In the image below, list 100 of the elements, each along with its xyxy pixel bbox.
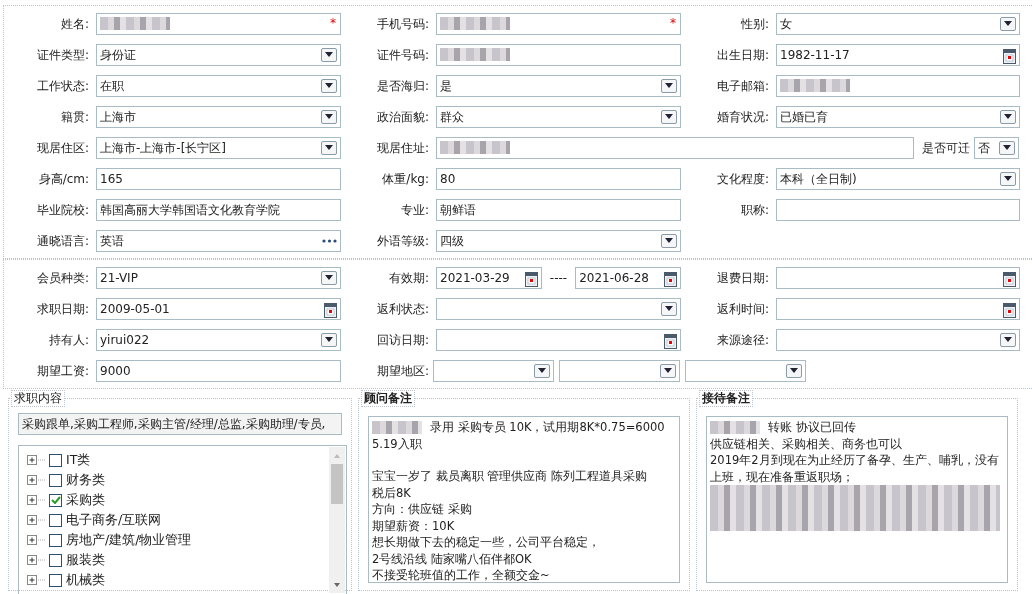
input-field[interactable]: 韩国高丽大学韩国语文化教育学院 bbox=[96, 198, 341, 221]
date-field[interactable]: 2009-05-01 bbox=[96, 297, 341, 320]
notes-textarea[interactable]: 录用 采购专员 10K，试用期8K*0.75=6000 5.19入职 宝宝一岁了 裁员离职 管理供应商 陈列工程道具采购 税后8K 方向：供应链 采购 期望薪资：10K 想长期做下去的稳定一些，公司平台稳定， 2号线沿线 陆家嘴八佰伴都OK 不接受轮班值的工作，全额交金~ bbox=[368, 416, 680, 583]
dropdown[interactable]: 上海市 bbox=[96, 105, 341, 128]
field-label: 是否海归: bbox=[375, 77, 430, 95]
date-field[interactable] bbox=[776, 266, 1020, 289]
tree-item-label[interactable]: 采购类 bbox=[66, 490, 105, 510]
group-legend: 求职内容 bbox=[11, 390, 65, 407]
field-label: 婚育状况: bbox=[715, 108, 770, 126]
input-field[interactable] bbox=[436, 136, 914, 159]
field-label: 期望工资: bbox=[35, 362, 90, 380]
notes-textarea[interactable]: 转账 协议已回传 供应链相关、采购相关、商务也可以 2019年2月到现在为止经历了备孕、生产、哺乳，没有上班，现在准备重返职场； bbox=[706, 416, 1008, 583]
field-label: 证件号码: bbox=[375, 46, 430, 64]
tree-item-label[interactable]: IT类 bbox=[66, 450, 91, 470]
tree-item-label[interactable]: 机械类 bbox=[66, 570, 105, 590]
dropdown[interactable]: yirui022 bbox=[96, 328, 341, 351]
input-field[interactable] bbox=[436, 43, 681, 66]
input-field[interactable]: 采购跟单,采购工程师,采购主管/经理/总监,采购助理/专员, bbox=[18, 413, 342, 435]
dropdown[interactable]: 上海市-上海市-[长宁区] bbox=[96, 136, 341, 159]
dropdown[interactable]: 四级 bbox=[436, 229, 681, 252]
date-field[interactable] bbox=[436, 328, 681, 351]
field-label: 外语等级: bbox=[375, 232, 430, 250]
input-field[interactable]: 165 bbox=[96, 167, 341, 190]
field-label: 会员种类: bbox=[35, 269, 90, 287]
input-field[interactable]: 80 bbox=[436, 167, 681, 190]
note-line: 2号线沿线 陆家嘴八佰伴都OK bbox=[372, 551, 532, 566]
tree-item-label[interactable]: 电子商务/互联网 bbox=[66, 510, 162, 530]
field-label: 身高/cm: bbox=[37, 170, 90, 188]
note-line: 不接受轮班值的工作，全额交金~ bbox=[372, 568, 550, 582]
dropdown[interactable]: 已婚已育 bbox=[776, 105, 1020, 128]
calendar-icon[interactable] bbox=[1003, 301, 1016, 316]
input-field[interactable] bbox=[776, 74, 1020, 97]
tree-item-label[interactable]: 房地产/建筑/物业管理 bbox=[66, 530, 192, 550]
input-field[interactable]: 朝鲜语 bbox=[436, 198, 681, 221]
tree-item-label[interactable]: 财务类 bbox=[66, 470, 105, 490]
field-label: 现居住区: bbox=[35, 139, 90, 157]
field-label: 出生日期: bbox=[715, 46, 770, 64]
input-field[interactable]: * bbox=[436, 12, 681, 35]
input-field[interactable] bbox=[776, 198, 1020, 221]
field-label: 来源途径: bbox=[715, 331, 770, 349]
checkbox[interactable] bbox=[49, 553, 62, 567]
field-label: 现居住址: bbox=[375, 139, 430, 157]
note-line: 2019年2月到现在为止经历了备孕、生产、哺乳，没有上班，现在准备重返职场； bbox=[710, 453, 999, 484]
checkbox[interactable] bbox=[49, 493, 62, 507]
note-line: 想长期做下去的稳定一些，公司平台稳定， bbox=[372, 535, 600, 549]
field-label: 职称: bbox=[739, 201, 770, 219]
checkbox[interactable] bbox=[49, 573, 62, 587]
calendar-icon[interactable] bbox=[664, 332, 677, 347]
required-mark: * bbox=[330, 14, 336, 32]
calendar-icon[interactable] bbox=[664, 270, 677, 285]
date-field[interactable]: 1982-11-17 bbox=[776, 43, 1020, 66]
note-line: 录用 采购专员 10K，试用期8K*0.75=6000 5.19入职 bbox=[372, 420, 665, 451]
field-label: 电子邮箱: bbox=[715, 77, 770, 95]
field-label: 退费日期: bbox=[715, 269, 770, 287]
dropdown[interactable]: 是 bbox=[436, 74, 681, 97]
field-label: 求职日期: bbox=[35, 300, 90, 318]
dropdown[interactable]: 本科（全日制) bbox=[776, 167, 1020, 190]
dropdown[interactable]: 21-VIP bbox=[96, 266, 341, 289]
input-field[interactable]: * bbox=[96, 12, 341, 35]
dropdown[interactable]: 女 bbox=[776, 12, 1020, 35]
note-line: 转账 协议已回传 bbox=[768, 420, 856, 434]
range-separator: ---- bbox=[548, 269, 569, 287]
field-label: 政治面貌: bbox=[375, 108, 430, 126]
date-field[interactable] bbox=[776, 297, 1020, 320]
note-line: 税后8K bbox=[372, 485, 411, 500]
field-label: 姓名: bbox=[59, 15, 90, 33]
dropdown[interactable]: 在职 bbox=[96, 74, 341, 97]
group-legend: 接待备注 bbox=[699, 390, 753, 407]
date-field[interactable]: 2021-06-28 bbox=[575, 266, 681, 289]
group-legend: 顾问备注 bbox=[361, 390, 415, 407]
field-label: 返利时间: bbox=[715, 300, 770, 318]
input-field[interactable]: 9000 bbox=[96, 359, 341, 382]
field-label: 工作状态: bbox=[35, 77, 90, 95]
note-line: 期望薪资：10K bbox=[372, 518, 455, 533]
date-field[interactable]: 2021-03-29 bbox=[436, 266, 542, 289]
field-label: 籍贯: bbox=[59, 108, 90, 126]
field-label: 回访日期: bbox=[375, 331, 430, 349]
scrollbar[interactable] bbox=[329, 447, 345, 593]
field-label: 证件类型: bbox=[35, 46, 90, 64]
field-label: 通晓语言: bbox=[35, 232, 90, 250]
checkbox[interactable] bbox=[49, 513, 62, 527]
dropdown[interactable]: 群众 bbox=[436, 105, 681, 128]
checkbox[interactable] bbox=[49, 453, 62, 467]
field-label: 文化程度: bbox=[715, 170, 770, 188]
calendar-icon[interactable] bbox=[1003, 270, 1016, 285]
calendar-icon[interactable] bbox=[1003, 47, 1016, 62]
field-label: 性别: bbox=[739, 15, 770, 33]
dropdown[interactable]: 否 bbox=[974, 136, 1019, 159]
lookup-field[interactable]: 英语 bbox=[96, 229, 341, 252]
checkbox[interactable] bbox=[49, 473, 62, 487]
field-label: 返利状态: bbox=[375, 300, 430, 318]
field-label: 是否可迁 bbox=[921, 139, 971, 157]
calendar-icon[interactable] bbox=[324, 301, 337, 316]
tree-item-label[interactable]: 服装类 bbox=[66, 550, 105, 570]
field-label: 手机号码: bbox=[375, 15, 430, 33]
calendar-icon[interactable] bbox=[524, 270, 538, 285]
dropdown[interactable]: 身份证 bbox=[96, 43, 341, 66]
note-line: 宝宝一岁了 裁员离职 管理供应商 陈列工程道具采购 bbox=[372, 469, 647, 483]
checkbox[interactable] bbox=[49, 533, 62, 547]
note-line: 供应链相关、采购相关、商务也可以 bbox=[710, 436, 902, 451]
